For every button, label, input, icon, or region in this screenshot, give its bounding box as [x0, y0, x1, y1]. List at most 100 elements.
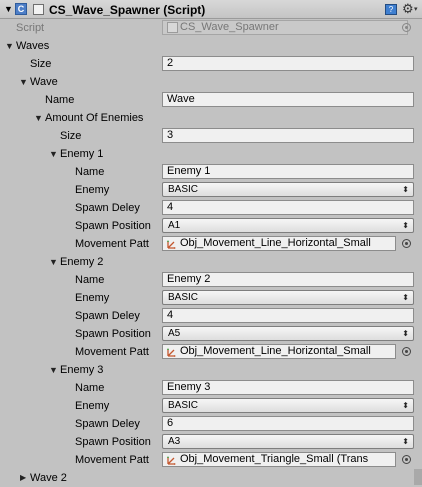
enemy-type-dropdown[interactable]: BASIC ⬍	[162, 290, 414, 305]
waves-foldout-icon[interactable]: ▼	[5, 41, 14, 51]
waves-size-label: Size	[30, 58, 52, 70]
wave-foldout[interactable]: ▼ Wave	[0, 73, 422, 91]
spawn-delay-input[interactable]: 6	[162, 416, 414, 431]
amount-size-row: Size 3	[0, 127, 422, 145]
dropdown-arrow-icon: ⬍	[402, 221, 409, 230]
object-picker-icon[interactable]	[402, 239, 411, 248]
waves-label: Waves	[16, 40, 50, 52]
enemy-name-input[interactable]: Enemy 3	[162, 380, 414, 395]
wave-2-foldout-icon[interactable]: ▶	[20, 473, 26, 482]
spawn-position-value: A3	[168, 436, 181, 447]
spawn-delay-label: Spawn Deley	[75, 418, 140, 430]
enemy-type-row: Enemy BASIC ⬍	[0, 289, 422, 307]
spawn-position-value: A5	[168, 328, 181, 339]
wave-name-label: Name	[45, 94, 75, 106]
wave-2-foldout[interactable]: ▶ Wave 2	[0, 469, 422, 487]
dropdown-arrow-icon: ⬍	[402, 329, 409, 338]
enemy-name-label: Name	[75, 166, 105, 178]
spawn-delay-label: Spawn Deley	[75, 202, 140, 214]
movement-pattern-label: Movement Patt	[75, 238, 149, 250]
script-asset-icon	[167, 22, 178, 33]
dropdown-arrow-icon: ⬍	[402, 437, 409, 446]
movement-pattern-value: Obj_Movement_Line_Horizontal_Small	[180, 237, 371, 249]
movement-pattern-field[interactable]: Obj_Movement_Line_Horizontal_Small	[162, 344, 396, 359]
enemy-foldout[interactable]: ▼ Enemy 3	[0, 361, 422, 379]
movement-pattern-value: Obj_Movement_Line_Horizontal_Small	[180, 345, 371, 357]
enemy-foldout[interactable]: ▼ Enemy 2	[0, 253, 422, 271]
amount-of-enemies-foldout[interactable]: ▼ Amount Of Enemies	[0, 109, 422, 127]
script-field[interactable]: CS_Wave_Spawner	[162, 20, 408, 35]
enemy-foldout-icon[interactable]: ▼	[49, 365, 58, 375]
enemy-name-row: Name Enemy 1	[0, 163, 422, 181]
enemy-type-label: Enemy	[75, 292, 110, 304]
enemy-type-row: Enemy BASIC ⬍	[0, 397, 422, 415]
movement-pattern-value: Obj_Movement_Triangle_Small (Trans	[180, 453, 369, 465]
component-enabled-checkbox[interactable]	[33, 4, 44, 15]
enemy-header: Enemy 2	[60, 256, 104, 268]
spawn-position-row: Spawn Position A3 ⬍	[0, 433, 422, 451]
enemy-header: Enemy 1	[60, 148, 104, 160]
dropdown-arrow-icon: ⬍	[402, 185, 409, 194]
movement-pattern-field[interactable]: Obj_Movement_Triangle_Small (Trans	[162, 452, 396, 467]
transform-icon	[167, 456, 176, 465]
wave-label: Wave	[30, 76, 58, 88]
enemy-type-value: BASIC	[168, 184, 199, 195]
amount-of-enemies-label: Amount Of Enemies	[45, 112, 144, 124]
movement-pattern-label: Movement Patt	[75, 346, 149, 358]
object-picker-icon[interactable]	[402, 455, 411, 464]
spawn-delay-input[interactable]: 4	[162, 200, 414, 215]
enemy-foldout-icon[interactable]: ▼	[49, 149, 58, 159]
spawn-position-label: Spawn Position	[75, 220, 151, 232]
movement-pattern-row: Movement Patt Obj_Movement_Line_Horizont…	[0, 343, 422, 361]
movement-pattern-row: Movement Patt Obj_Movement_Line_Horizont…	[0, 235, 422, 253]
object-picker-icon[interactable]	[402, 347, 411, 356]
component-foldout-icon[interactable]: ▼	[4, 4, 13, 14]
component-header[interactable]: ▼ C CS_Wave_Spawner (Script) ? ⚙ ▾	[0, 0, 422, 19]
wave-name-input[interactable]: Wave	[162, 92, 414, 107]
enemy-type-label: Enemy	[75, 184, 110, 196]
script-row: Script CS_Wave_Spawner	[0, 19, 422, 37]
enemy-name-label: Name	[75, 274, 105, 286]
spawn-delay-label: Spawn Deley	[75, 310, 140, 322]
book-help-icon[interactable]: ?	[385, 4, 397, 15]
enemy-name-input[interactable]: Enemy 1	[162, 164, 414, 179]
gear-icon[interactable]: ⚙	[402, 1, 414, 17]
component-title: CS_Wave_Spawner (Script)	[49, 3, 206, 17]
dropdown-arrow-icon: ⬍	[402, 401, 409, 410]
spawn-position-dropdown[interactable]: A3 ⬍	[162, 434, 414, 449]
waves-size-input[interactable]: 2	[162, 56, 414, 71]
spawn-delay-row: Spawn Deley 4	[0, 199, 422, 217]
spawn-delay-input[interactable]: 4	[162, 308, 414, 323]
amount-foldout-icon[interactable]: ▼	[34, 113, 43, 123]
enemy-name-input[interactable]: Enemy 2	[162, 272, 414, 287]
amount-size-input[interactable]: 3	[162, 128, 414, 143]
wave-name-row: Name Wave	[0, 91, 422, 109]
spawn-position-label: Spawn Position	[75, 328, 151, 340]
dropdown-arrow-icon: ⬍	[402, 293, 409, 302]
spawn-position-value: A1	[168, 220, 181, 231]
gear-caret-icon[interactable]: ▾	[414, 5, 418, 13]
enemy-type-dropdown[interactable]: BASIC ⬍	[162, 398, 414, 413]
amount-size-label: Size	[60, 130, 82, 142]
enemy-type-value: BASIC	[168, 292, 199, 303]
script-picker-icon	[402, 23, 411, 32]
enemy-type-row: Enemy BASIC ⬍	[0, 181, 422, 199]
enemy-foldout[interactable]: ▼ Enemy 1	[0, 145, 422, 163]
movement-pattern-field[interactable]: Obj_Movement_Line_Horizontal_Small	[162, 236, 396, 251]
enemy-name-label: Name	[75, 382, 105, 394]
enemy-foldout-icon[interactable]: ▼	[49, 257, 58, 267]
spawn-position-dropdown[interactable]: A1 ⬍	[162, 218, 414, 233]
transform-icon	[167, 240, 176, 249]
transform-icon	[167, 348, 176, 357]
enemy-type-value: BASIC	[168, 400, 199, 411]
wave-foldout-icon[interactable]: ▼	[19, 77, 28, 87]
inspector-panel: ▼ C CS_Wave_Spawner (Script) ? ⚙ ▾ Scrip…	[0, 0, 422, 485]
spawn-position-dropdown[interactable]: A5 ⬍	[162, 326, 414, 341]
spawn-position-label: Spawn Position	[75, 436, 151, 448]
scrollbar-thumb[interactable]	[414, 469, 422, 485]
waves-foldout[interactable]: ▼ Waves	[0, 37, 422, 55]
enemy-type-dropdown[interactable]: BASIC ⬍	[162, 182, 414, 197]
enemy-name-row: Name Enemy 3	[0, 379, 422, 397]
waves-size-row: Size 2	[0, 55, 422, 73]
script-label: Script	[16, 22, 45, 34]
